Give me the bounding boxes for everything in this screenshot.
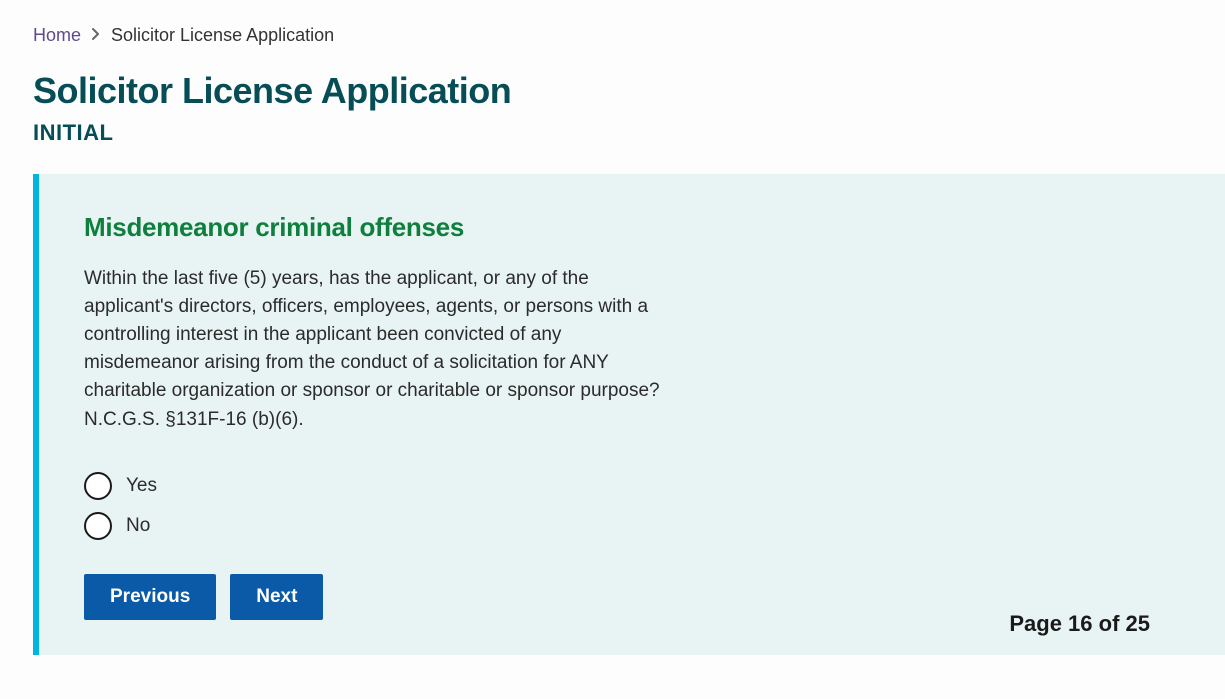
breadcrumb-home-link[interactable]: Home xyxy=(33,25,81,46)
chevron-right-icon xyxy=(91,27,101,44)
page-title: Solicitor License Application xyxy=(33,70,1225,112)
next-button[interactable]: Next xyxy=(230,574,323,620)
radio-option-no[interactable]: No xyxy=(84,512,1180,540)
radio-group: Yes No xyxy=(84,472,1180,540)
breadcrumb-current: Solicitor License Application xyxy=(111,25,334,46)
question-text: Within the last five (5) years, has the … xyxy=(84,265,674,434)
breadcrumb: Home Solicitor License Application xyxy=(33,25,1225,46)
radio-option-yes[interactable]: Yes xyxy=(84,472,1180,500)
form-panel: Misdemeanor criminal offenses Within the… xyxy=(33,174,1225,655)
previous-button[interactable]: Previous xyxy=(84,574,216,620)
page-subtitle: INITIAL xyxy=(33,120,1225,146)
radio-label-yes: Yes xyxy=(126,475,157,497)
page-indicator: Page 16 of 25 xyxy=(1009,611,1150,637)
radio-circle-icon xyxy=(84,512,112,540)
radio-label-no: No xyxy=(126,515,150,537)
radio-circle-icon xyxy=(84,472,112,500)
section-title: Misdemeanor criminal offenses xyxy=(84,212,1180,243)
